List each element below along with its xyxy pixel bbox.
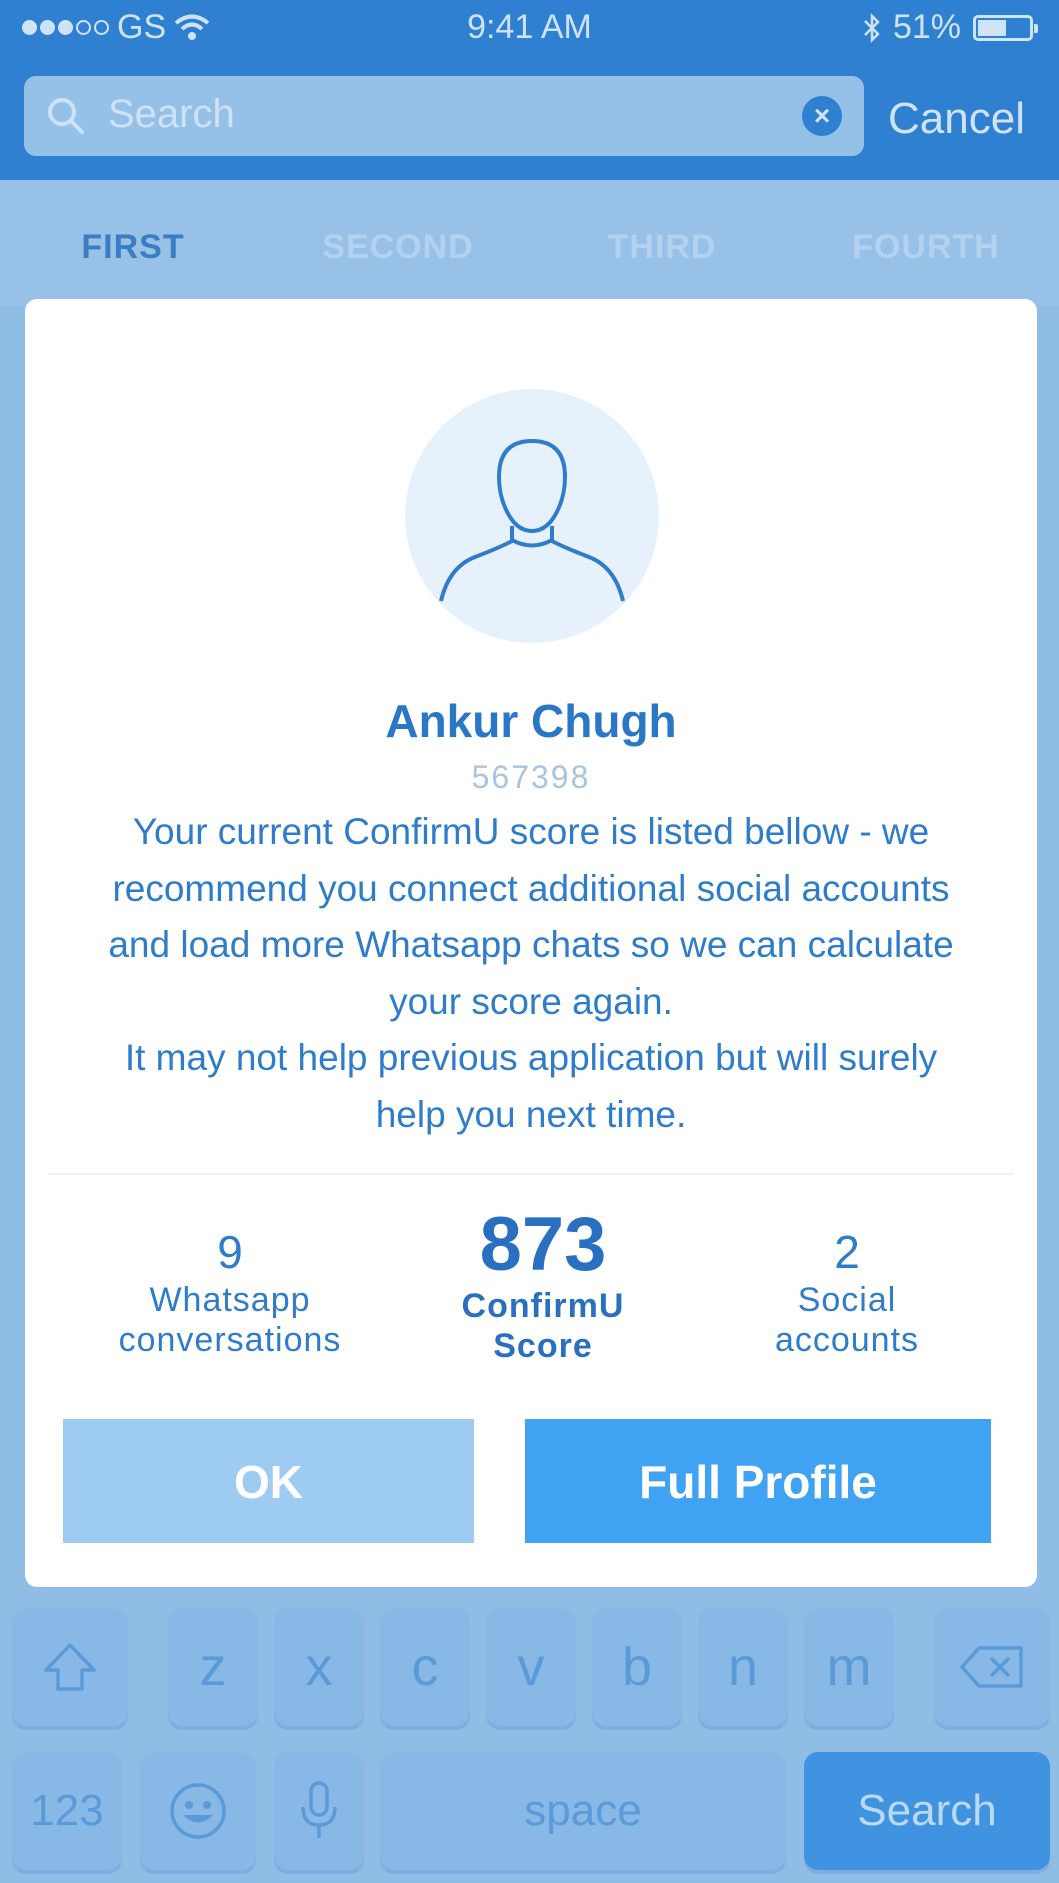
- stat-label: Score: [493, 1327, 593, 1365]
- numbers-key[interactable]: 123: [12, 1752, 122, 1870]
- social-accounts-stat: 2 Social accounts: [697, 1224, 997, 1360]
- tab-bar: FIRST SECOND THIRD FOURTH: [0, 180, 1059, 306]
- key-c[interactable]: c: [380, 1608, 470, 1726]
- search-placeholder: Search: [108, 92, 235, 136]
- stat-label: ConfirmU: [461, 1287, 625, 1325]
- tab-second[interactable]: SECOND: [298, 228, 498, 267]
- user-id: 567398: [471, 759, 591, 795]
- emoji-icon: [170, 1783, 226, 1839]
- key-v[interactable]: v: [486, 1608, 576, 1726]
- stat-label: Social: [797, 1281, 897, 1319]
- key-z[interactable]: z: [168, 1608, 258, 1726]
- message-line: your score again.: [389, 980, 673, 1022]
- full-profile-button[interactable]: Full Profile: [525, 1419, 991, 1543]
- emoji-key[interactable]: [140, 1752, 256, 1870]
- battery-icon: [973, 14, 1038, 41]
- cancel-button[interactable]: Cancel: [888, 94, 1025, 144]
- message-line: and load more Whatsapp chats so we can c…: [108, 924, 954, 965]
- user-name: Ankur Chugh: [385, 695, 677, 747]
- key-x[interactable]: x: [274, 1608, 364, 1726]
- tab-first[interactable]: FIRST: [33, 228, 233, 267]
- message-line: It may not help previous application but…: [124, 1037, 938, 1078]
- message-line: recommend you connect additional social …: [112, 867, 950, 909]
- confirmu-score-stat: 873 ConfirmU Score: [393, 1204, 693, 1366]
- shift-icon: [44, 1643, 96, 1691]
- microphone-key[interactable]: [274, 1752, 364, 1870]
- profile-score-dialog: Ankur Chugh 567398 Your current ConfirmU…: [25, 299, 1037, 1587]
- ok-button[interactable]: OK: [63, 1419, 474, 1543]
- tab-fourth[interactable]: FOURTH: [826, 228, 1026, 267]
- stat-label: accounts: [774, 1321, 920, 1359]
- backspace-icon: [960, 1646, 1023, 1688]
- tab-third[interactable]: THIRD: [562, 228, 762, 267]
- keyboard-search-key[interactable]: Search: [804, 1752, 1050, 1870]
- stat-label: conversations: [118, 1321, 342, 1359]
- status-bar: GS 9:41 AM 51%: [0, 0, 1059, 58]
- confirmu-score-value: 873: [479, 1202, 607, 1287]
- shift-key[interactable]: [12, 1608, 128, 1726]
- divider: [48, 1173, 1014, 1175]
- clear-search-icon[interactable]: ×: [802, 96, 842, 136]
- search-icon: [48, 98, 84, 134]
- key-m[interactable]: m: [804, 1608, 894, 1726]
- message-line: Your current ConfirmU score is listed be…: [132, 811, 930, 852]
- bluetooth-icon: [864, 12, 880, 43]
- whatsapp-conversations-stat: 9 Whatsapp conversations: [80, 1224, 380, 1360]
- user-silhouette-icon: [439, 438, 625, 602]
- microphone-icon: [301, 1781, 337, 1838]
- battery-percent: 51%: [892, 8, 961, 46]
- key-n[interactable]: n: [698, 1608, 788, 1726]
- stat-label: Whatsapp: [149, 1281, 311, 1319]
- key-b[interactable]: b: [592, 1608, 682, 1726]
- whatsapp-count: 9: [217, 1226, 243, 1278]
- social-count: 2: [834, 1226, 860, 1278]
- avatar: [405, 389, 659, 643]
- search-input[interactable]: Search ×: [24, 76, 864, 156]
- message-line: help you next time.: [375, 1093, 687, 1135]
- backspace-key[interactable]: [934, 1608, 1050, 1726]
- space-key[interactable]: space: [380, 1752, 786, 1870]
- score-message: Your current ConfirmU score is listed be…: [85, 804, 977, 1143]
- search-header: Search × Cancel: [0, 58, 1059, 180]
